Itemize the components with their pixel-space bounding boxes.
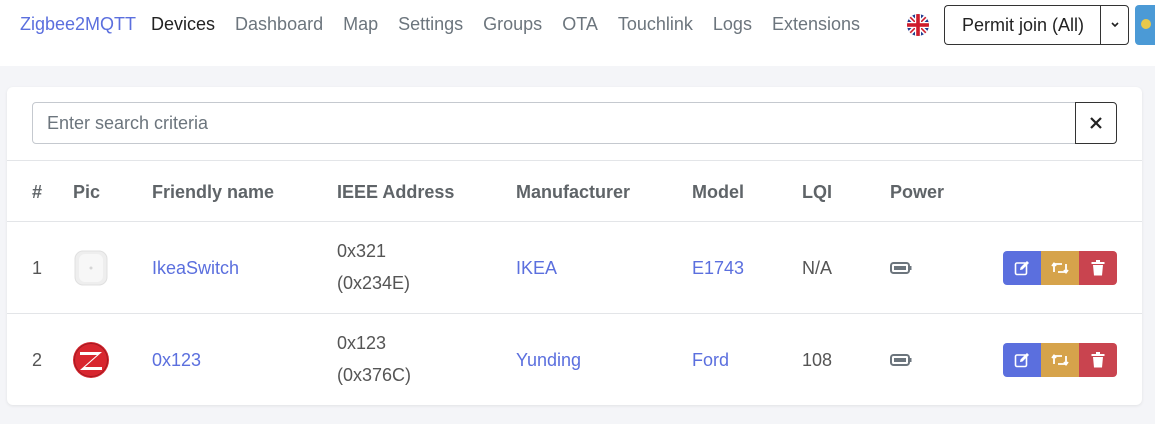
header-index[interactable]: # — [32, 182, 42, 203]
nav-logs[interactable]: Logs — [713, 14, 752, 35]
search-input[interactable] — [32, 102, 1076, 144]
zigbee-logo-image — [71, 340, 111, 380]
network-address: (0x376C) — [337, 365, 412, 385]
manufacturer-link[interactable]: Yunding — [516, 350, 581, 371]
permit-join-dropdown-toggle[interactable] — [1100, 5, 1129, 45]
battery-icon — [890, 261, 912, 274]
header-friendly-name[interactable]: Friendly name — [152, 182, 274, 203]
nav-ota[interactable]: OTA — [562, 14, 598, 35]
uk-flag-icon[interactable] — [907, 14, 929, 36]
delete-button[interactable] — [1079, 343, 1117, 377]
battery-icon — [890, 353, 912, 366]
ikea-switch-image — [71, 248, 111, 288]
edit-icon — [1014, 261, 1029, 276]
edit-icon — [1014, 353, 1029, 368]
divider — [7, 221, 1142, 222]
close-icon — [1090, 117, 1102, 129]
brand-link[interactable]: Zigbee2MQTT — [20, 14, 136, 35]
trash-icon — [1091, 352, 1105, 368]
ieee-address: 0x321 — [337, 241, 387, 261]
edit-button[interactable] — [1003, 251, 1041, 285]
reconfigure-button[interactable] — [1041, 343, 1079, 377]
devices-card: # Pic Friendly name IEEE Address Manufac… — [7, 87, 1142, 405]
divider — [7, 313, 1142, 314]
header-lqi[interactable]: LQI — [802, 182, 832, 203]
retweet-icon — [1051, 262, 1069, 274]
trash-icon — [1091, 260, 1105, 276]
friendly-name-link[interactable]: 0x123 — [152, 350, 201, 371]
header-model[interactable]: Model — [692, 182, 744, 203]
navbar: Zigbee2MQTT Devices Dashboard Map Settin… — [0, 0, 1155, 66]
header-power[interactable]: Power — [890, 182, 944, 203]
permit-join-button[interactable]: Permit join (All) — [944, 5, 1101, 45]
nav-devices[interactable]: Devices — [151, 14, 215, 35]
nav-extensions[interactable]: Extensions — [772, 14, 860, 35]
nav-map[interactable]: Map — [343, 14, 378, 35]
nav-groups[interactable]: Groups — [483, 14, 542, 35]
row-actions — [1003, 343, 1117, 377]
header-pic[interactable]: Pic — [73, 182, 100, 203]
nav-touchlink[interactable]: Touchlink — [618, 14, 693, 35]
header-ieee-address[interactable]: IEEE Address — [337, 182, 454, 203]
delete-button[interactable] — [1079, 251, 1117, 285]
nav-links: Devices Dashboard Map Settings Groups OT… — [151, 14, 880, 35]
row-actions — [1003, 251, 1117, 285]
nav-settings[interactable]: Settings — [398, 14, 463, 35]
model-link[interactable]: Ford — [692, 350, 729, 371]
lqi-value: 108 — [802, 350, 833, 370]
clear-search-button[interactable] — [1075, 102, 1117, 144]
lqi-value: N/A — [802, 258, 833, 278]
row-index: 2 — [32, 350, 43, 370]
divider — [7, 160, 1142, 161]
model-link[interactable]: E1743 — [692, 258, 744, 279]
network-address: (0x234E) — [337, 273, 411, 293]
manufacturer-link[interactable]: IKEA — [516, 258, 557, 279]
nav-dashboard[interactable]: Dashboard — [235, 14, 323, 35]
retweet-icon — [1051, 354, 1069, 366]
theme-button[interactable] — [1135, 5, 1155, 45]
ieee-address: 0x123 — [337, 333, 387, 353]
row-index: 1 — [32, 258, 43, 278]
reconfigure-button[interactable] — [1041, 251, 1079, 285]
header-manufacturer[interactable]: Manufacturer — [516, 182, 630, 203]
chevron-down-icon — [1110, 22, 1119, 28]
friendly-name-link[interactable]: IkeaSwitch — [152, 258, 239, 279]
edit-button[interactable] — [1003, 343, 1041, 377]
sun-icon — [1141, 19, 1151, 29]
